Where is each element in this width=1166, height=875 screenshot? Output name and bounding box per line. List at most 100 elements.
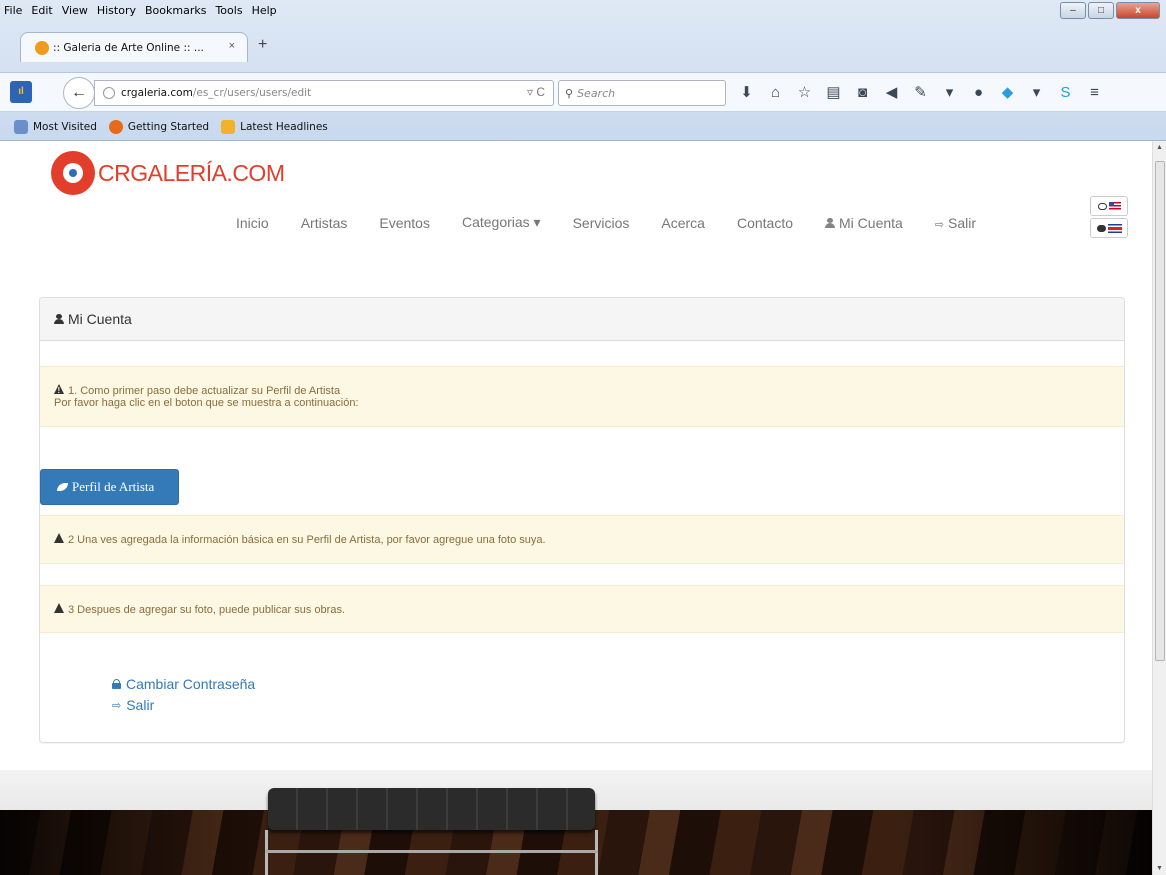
chat-icon[interactable]: ●	[964, 81, 993, 105]
scroll-down-icon[interactable]: ▼	[1156, 865, 1163, 872]
site-identity-icon[interactable]	[103, 87, 115, 99]
nav-servicios[interactable]: Servicios	[557, 215, 646, 231]
nav-salir[interactable]: ⇨ Salir	[919, 215, 992, 231]
bookmark-label: Most Visited	[33, 120, 97, 133]
user-icon	[54, 314, 64, 324]
alert-step-1-line-2: Por favor haga clic en el boton que se m…	[54, 397, 359, 409]
dropdown-arrow-icon[interactable]: ▾	[1022, 81, 1051, 105]
download-icon[interactable]: ⬇	[732, 81, 761, 105]
change-password-label: Cambiar Contraseña	[126, 676, 256, 692]
bookmarks-toolbar: Most Visited Getting Started Latest Head…	[0, 113, 1166, 140]
bookmark-getting-started[interactable]: Getting Started	[108, 119, 210, 134]
url-path: /es_cr/users/users/edit	[192, 87, 312, 99]
nav-categorias-dropdown[interactable]: Categorias ▾	[446, 214, 557, 231]
nav-artistas[interactable]: Artistas	[285, 215, 364, 231]
warning-icon	[54, 384, 65, 397]
window-controls: – □ x	[1060, 2, 1160, 19]
search-icon: ⚲	[565, 86, 574, 100]
logout-icon: ⇨	[112, 699, 122, 712]
tab-title: :: Galeria de Arte Online :: ...	[53, 41, 204, 54]
browser-tab-active[interactable]: :: Galeria de Arte Online :: ... ×	[20, 32, 248, 62]
us-flag-icon	[1108, 202, 1121, 210]
main-nav: Inicio Artistas Eventos Categorias ▾ Ser…	[220, 214, 992, 231]
nav-mi-cuenta[interactable]: Mi Cuenta	[809, 215, 919, 231]
rss-folder-icon	[221, 119, 236, 134]
toggle-icon	[1096, 224, 1106, 232]
nav-acerca[interactable]: Acerca	[645, 215, 721, 231]
nav-inicio[interactable]: Inicio	[220, 215, 285, 231]
bookmark-most-visited[interactable]: Most Visited	[14, 119, 97, 134]
artist-profile-button-label: Perfil de Artista	[72, 479, 155, 494]
language-english-button[interactable]	[1090, 196, 1128, 216]
hamburger-menu-icon[interactable]: ≡	[1080, 81, 1109, 105]
new-tab-button[interactable]: +	[258, 36, 267, 54]
bookmark-label: Getting Started	[127, 120, 210, 133]
bench-image	[268, 788, 595, 830]
panel-heading: Mi Cuenta	[40, 298, 1124, 341]
bookmark-latest-headlines[interactable]: Latest Headlines	[221, 119, 328, 134]
menu-file[interactable]: File	[4, 4, 22, 17]
menu-bookmarks[interactable]: Bookmarks	[145, 4, 206, 17]
account-links: Cambiar Contraseña ⇨ Salir	[112, 676, 255, 718]
alert-step-3: 3 Despues de agregar su foto, puede publ…	[40, 585, 1124, 652]
page-scrollbar[interactable]: ▲ ▼	[1152, 141, 1166, 875]
reading-list-icon[interactable]: ▤	[819, 81, 848, 105]
search-input[interactable]: ⚲ Search	[558, 80, 726, 106]
nav-contacto[interactable]: Contacto	[721, 215, 809, 231]
menu-history[interactable]: History	[97, 4, 136, 17]
pocket-icon[interactable]: ◙	[848, 81, 877, 105]
stats-addon-icon[interactable]: ıl	[10, 81, 32, 103]
logout-link[interactable]: ⇨ Salir	[112, 697, 255, 713]
artist-profile-button[interactable]: Perfil de Artista	[40, 469, 179, 505]
dropdown-arrow-icon[interactable]: ▾	[935, 81, 964, 105]
tab-strip: :: Galeria de Arte Online :: ... × +	[0, 24, 1166, 62]
maximize-button[interactable]: □	[1088, 2, 1114, 19]
home-icon[interactable]: ⌂	[761, 81, 790, 105]
alert-step-3-text: 3 Despues de agregar su foto, puede publ…	[68, 604, 346, 616]
menu-view[interactable]: View	[62, 4, 88, 17]
panel-title: Mi Cuenta	[68, 311, 132, 327]
back-button[interactable]: ←	[63, 77, 95, 109]
addon-diamond-icon[interactable]: ◆	[993, 81, 1022, 105]
alert-step-2: 2 Una ves agregada la información básica…	[40, 515, 1124, 583]
send-icon[interactable]: ◀	[877, 81, 906, 105]
bookmark-star-icon[interactable]: ☆	[790, 81, 819, 105]
change-password-link[interactable]: Cambiar Contraseña	[112, 676, 255, 692]
web-page: CRGALERÍA.COM Inicio Artistas Eventos Ca…	[0, 141, 1152, 875]
skype-icon[interactable]: S	[1051, 81, 1080, 105]
nav-mi-cuenta-label: Mi Cuenta	[839, 214, 903, 231]
most-visited-icon	[14, 119, 28, 134]
nav-salir-label: Salir	[948, 214, 977, 231]
addon-icon[interactable]: ✎	[906, 81, 935, 105]
menu-tools[interactable]: Tools	[215, 4, 242, 17]
alert-step-2-text: 2 Una ves agregada la información básica…	[68, 534, 546, 546]
url-bar[interactable]: crgaleria.com /es_cr/users/users/edit ▿ …	[94, 80, 554, 106]
bookmark-label: Latest Headlines	[240, 120, 328, 133]
bench-legs-image	[265, 830, 598, 875]
site-logo[interactable]: CRGALERÍA.COM	[51, 151, 285, 195]
language-spanish-button[interactable]	[1090, 218, 1128, 238]
toggle-icon	[1097, 202, 1107, 210]
warning-icon	[54, 603, 65, 652]
user-icon	[825, 217, 836, 228]
scroll-up-icon[interactable]: ▲	[1156, 144, 1163, 151]
search-placeholder: Search	[577, 86, 616, 100]
toolbar-icons: ⬇ ⌂ ☆ ▤ ◙ ◀ ✎ ▾ ● ◆ ▾ S ≡	[732, 81, 1109, 105]
warning-icon	[54, 533, 65, 583]
logo-text: CRGALERÍA.COM	[98, 159, 285, 186]
logout-label: Salir	[126, 697, 155, 713]
minimize-button[interactable]: –	[1060, 2, 1086, 19]
costa-rica-flag-icon	[1107, 223, 1122, 233]
nav-eventos[interactable]: Eventos	[363, 215, 446, 231]
url-host: crgaleria.com	[121, 87, 193, 99]
menu-edit[interactable]: Edit	[31, 4, 52, 17]
reload-icon[interactable]: ▿ C	[527, 85, 545, 99]
logo-mark-icon	[51, 151, 95, 195]
account-panel: Mi Cuenta 1. Como primer paso debe actua…	[39, 297, 1125, 743]
alert-step-1: 1. Como primer paso debe actualizar su P…	[40, 366, 1124, 427]
scrollbar-thumb[interactable]	[1155, 161, 1165, 661]
menu-help[interactable]: Help	[252, 4, 277, 17]
close-window-button[interactable]: x	[1116, 2, 1160, 19]
browser-chrome: File Edit View History Bookmarks Tools H…	[0, 0, 1166, 141]
tab-close-icon[interactable]: ×	[229, 40, 235, 52]
